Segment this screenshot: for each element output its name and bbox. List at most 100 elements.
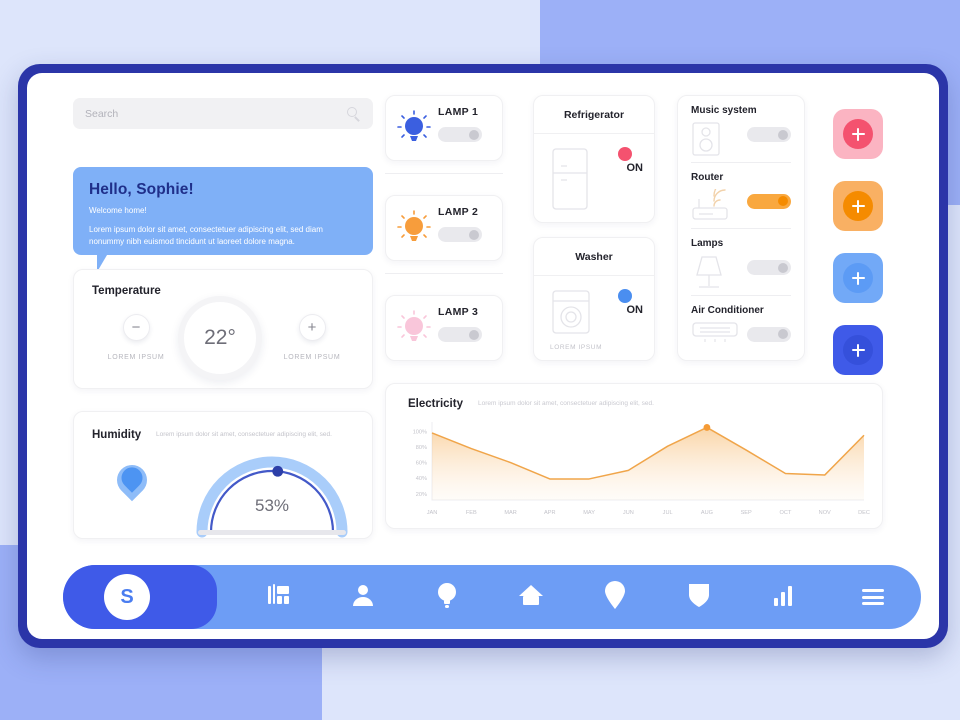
- svg-text:NOV: NOV: [819, 510, 831, 516]
- lamp-toggle-1[interactable]: [438, 127, 482, 142]
- speaker-icon: [692, 122, 720, 161]
- humidity-card: Humidity Lorem ipsum dolor sit amet, con…: [73, 411, 373, 539]
- svg-text:OCT: OCT: [780, 510, 792, 516]
- greeting-subtitle: Welcome home!: [89, 206, 147, 215]
- electricity-chart-card: Electricity Lorem ipsum dolor sit amet, …: [385, 383, 883, 529]
- router-icon: [692, 178, 736, 226]
- device-toggle-router[interactable]: [747, 193, 791, 209]
- humidity-title: Humidity: [92, 429, 142, 441]
- temperature-decrease-group: − LOREM IPSUM: [94, 314, 178, 361]
- add-device-blue-button[interactable]: [833, 253, 883, 303]
- svg-text:MAY: MAY: [583, 510, 595, 516]
- refrigerator-icon: [552, 148, 588, 215]
- location-pin-icon: [604, 580, 626, 614]
- svg-text:JUN: JUN: [623, 510, 634, 516]
- device-row-music-system[interactable]: Music system: [691, 96, 791, 163]
- nav-dashboard-button[interactable]: [237, 565, 321, 629]
- temperature-left-caption: LOREM IPSUM: [107, 354, 165, 361]
- lamp-divider-2: [385, 273, 503, 274]
- svg-text:DEC: DEC: [858, 510, 870, 516]
- nav-statistics-button[interactable]: [741, 565, 825, 629]
- device-row-router[interactable]: Router: [691, 163, 791, 229]
- lamp-card-3[interactable]: LAMP 3: [385, 295, 503, 361]
- device-frame: Hello, Sophie! Welcome home! Lorem ipsum…: [18, 64, 948, 648]
- chart-title: Electricity: [408, 398, 463, 410]
- refrigerator-header: Refrigerator: [534, 96, 654, 134]
- device-row-lamps[interactable]: Lamps: [691, 229, 791, 296]
- washer-header: Washer: [534, 238, 654, 276]
- device-toggle-lamps[interactable]: [747, 260, 791, 275]
- plus-icon: [843, 335, 873, 365]
- nav-profile-button[interactable]: [321, 565, 405, 629]
- home-icon: [518, 583, 544, 612]
- lamp-label-3: LAMP 3: [438, 306, 479, 318]
- search-icon: [347, 106, 361, 122]
- add-device-orange-button[interactable]: [833, 181, 883, 231]
- humidity-gauge[interactable]: 53%: [192, 452, 352, 538]
- search-input[interactable]: [85, 107, 347, 120]
- device-toggle-music-system[interactable]: [747, 127, 791, 142]
- device-name-lamps: Lamps: [691, 238, 724, 249]
- washer-control: ON: [617, 289, 644, 316]
- lamp-label-2: LAMP 2: [438, 206, 479, 218]
- avatar: S: [104, 574, 150, 620]
- plus-icon: [843, 191, 873, 221]
- lamp-divider-1: [385, 173, 503, 174]
- lamp-label-1: LAMP 1: [438, 106, 479, 118]
- greeting-card: Hello, Sophie! Welcome home! Lorem ipsum…: [73, 167, 373, 255]
- washer-state: ON: [626, 304, 644, 316]
- light-bulb-icon: [396, 308, 432, 348]
- bottom-navigation-bar: S: [63, 565, 921, 629]
- temperature-increase-button[interactable]: +: [298, 314, 326, 341]
- temperature-increase-group: + LOREM IPSUM: [270, 314, 354, 361]
- svg-text:JUL: JUL: [663, 510, 673, 516]
- nav-lighting-button[interactable]: [405, 565, 489, 629]
- light-bulb-icon: [396, 208, 432, 248]
- nav-security-button[interactable]: [657, 565, 741, 629]
- nav-avatar-button[interactable]: S: [63, 565, 217, 629]
- plus-icon: [843, 119, 873, 149]
- hamburger-menu-icon: [862, 586, 884, 609]
- nav-location-button[interactable]: [573, 565, 657, 629]
- svg-text:FEB: FEB: [466, 510, 477, 516]
- device-list-panel: Music system Router Lamps Air Conditione…: [677, 95, 805, 361]
- washer-body: ON LOREM IPSUM: [534, 276, 654, 360]
- svg-text:80%: 80%: [416, 445, 427, 451]
- lamp-card-1[interactable]: LAMP 1: [385, 95, 503, 161]
- shield-icon: [688, 582, 710, 613]
- device-name-air-conditioner: Air Conditioner: [691, 304, 764, 316]
- lamp-toggle-2[interactable]: [438, 227, 482, 242]
- device-name-router: Router: [691, 171, 724, 183]
- lamp-card-2[interactable]: LAMP 2: [385, 195, 503, 261]
- add-device-indigo-button[interactable]: [833, 325, 883, 375]
- svg-text:SEP: SEP: [741, 510, 752, 516]
- dashboard-screen: Hello, Sophie! Welcome home! Lorem ipsum…: [27, 73, 939, 639]
- search-bar[interactable]: [73, 98, 373, 129]
- svg-text:20%: 20%: [416, 492, 427, 498]
- light-bulb-icon: [436, 582, 458, 613]
- temperature-decrease-button[interactable]: −: [122, 314, 150, 341]
- nav-items: [191, 565, 825, 629]
- light-bulb-icon: [396, 108, 432, 148]
- bar-chart-icon: [771, 583, 795, 612]
- refrigerator-control: ON: [617, 147, 643, 174]
- device-row-air-conditioner[interactable]: Air Conditioner: [691, 296, 791, 363]
- nav-home-button[interactable]: [489, 565, 573, 629]
- device-toggle-air-conditioner[interactable]: [747, 326, 791, 342]
- temperature-value: 22°: [178, 296, 262, 380]
- humidity-description: Lorem ipsum dolor sit amet, consectetuer…: [156, 431, 332, 438]
- refrigerator-card: Refrigerator ON: [533, 95, 655, 223]
- greeting-body: Lorem ipsum dolor sit amet, consectetuer…: [89, 225, 323, 247]
- washer-caption: LOREM IPSUM: [550, 344, 603, 351]
- add-device-pink-button[interactable]: [833, 109, 883, 159]
- lamp-toggle-3[interactable]: [438, 327, 482, 342]
- svg-text:JAN: JAN: [427, 510, 438, 516]
- humidity-value: 53%: [254, 496, 290, 515]
- washer-title: Washer: [575, 250, 613, 263]
- temperature-card: Temperature − LOREM IPSUM 22° + LOREM IP…: [73, 269, 373, 389]
- svg-text:AUG: AUG: [701, 510, 713, 516]
- table-lamp-icon: [692, 255, 726, 296]
- nav-menu-button[interactable]: [825, 586, 921, 609]
- person-icon: [351, 583, 375, 612]
- chart-subtitle: Lorem ipsum dolor sit amet, consectetuer…: [478, 400, 654, 407]
